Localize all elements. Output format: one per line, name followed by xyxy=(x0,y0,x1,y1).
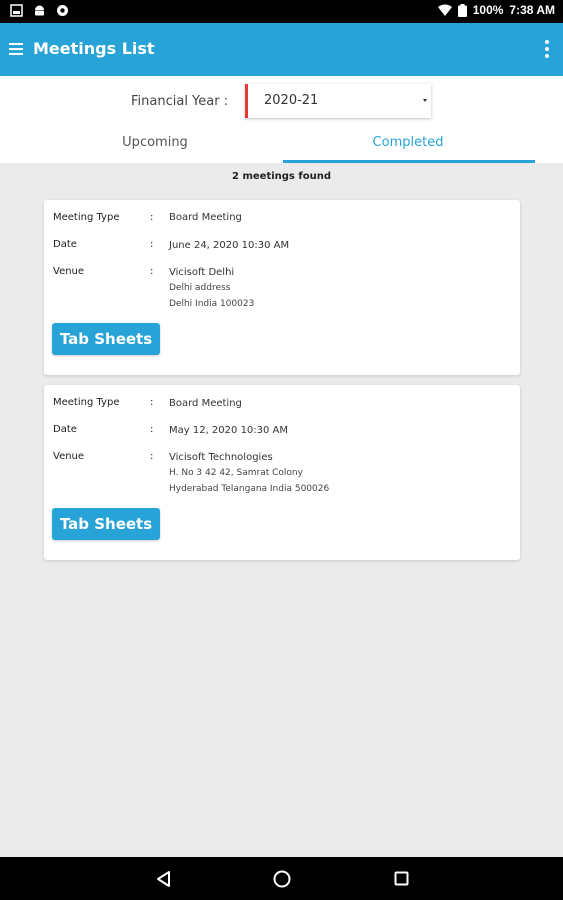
android-icon xyxy=(35,5,44,16)
venue-address-line: Delhi India 100023 xyxy=(169,299,255,309)
results-count: 2 meetings found xyxy=(232,171,331,182)
meeting-type-label: Meeting Type xyxy=(53,212,120,223)
colon: : xyxy=(150,397,154,408)
clock: 7:38 AM xyxy=(509,3,555,17)
venue-address-line: Hyderabad Telangana India 500026 xyxy=(169,484,330,494)
financial-year-select[interactable]: 2020-21 xyxy=(245,84,431,118)
meeting-type-value: Board Meeting xyxy=(169,398,242,409)
recents-icon[interactable] xyxy=(394,871,409,886)
menu-icon[interactable] xyxy=(9,43,23,55)
meeting-card: Meeting Type : Board Meeting Date : June… xyxy=(44,200,520,375)
colon: : xyxy=(150,239,154,250)
filter-panel: Financial Year : 2020-21 Upcoming Comple… xyxy=(0,76,563,163)
status-bar-notifications xyxy=(10,4,69,17)
tab-completed[interactable]: Completed xyxy=(283,135,533,150)
battery-level: 100% xyxy=(472,3,504,17)
settings-icon xyxy=(57,5,68,16)
financial-year-label: Financial Year : xyxy=(131,94,229,109)
status-bar-system: 100% 7:38 AM xyxy=(437,3,555,17)
home-icon[interactable] xyxy=(273,870,291,888)
tab-upcoming[interactable]: Upcoming xyxy=(30,135,280,150)
financial-year-value: 2020-21 xyxy=(264,93,319,108)
venue-label: Venue xyxy=(53,266,85,277)
venue-address-line: H. No 3 42 42, Samrat Colony xyxy=(169,468,303,478)
status-bar: 100% 7:38 AM xyxy=(0,0,563,23)
colon: : xyxy=(150,266,154,277)
navigation-bar xyxy=(0,857,563,900)
meeting-type-label: Meeting Type xyxy=(53,397,120,408)
meeting-type-value: Board Meeting xyxy=(169,212,242,223)
battery-icon xyxy=(457,3,467,17)
venue-label: Venue xyxy=(53,451,85,462)
colon: : xyxy=(150,424,154,435)
page-title: Meetings List xyxy=(33,39,155,58)
more-vert-icon[interactable] xyxy=(545,40,549,61)
active-tab-indicator xyxy=(283,160,535,163)
venue-name: Vicisoft Delhi xyxy=(169,267,235,278)
app-bar: Meetings List xyxy=(0,23,563,76)
colon: : xyxy=(150,451,154,462)
date-label: Date xyxy=(53,239,77,250)
meeting-card: Meeting Type : Board Meeting Date : May … xyxy=(44,385,520,560)
screenshot-icon xyxy=(10,4,23,17)
tab-sheets-button[interactable]: Tab Sheets xyxy=(52,508,160,540)
back-icon[interactable] xyxy=(155,870,171,888)
venue-name: Vicisoft Technologies xyxy=(169,452,273,463)
colon: : xyxy=(150,212,154,223)
date-value: May 12, 2020 10:30 AM xyxy=(169,425,289,436)
date-value: June 24, 2020 10:30 AM xyxy=(169,240,290,251)
wifi-icon xyxy=(437,4,452,16)
dropdown-arrow-icon xyxy=(423,99,427,102)
tab-sheets-button[interactable]: Tab Sheets xyxy=(52,323,160,355)
date-label: Date xyxy=(53,424,77,435)
venue-address-line: Delhi address xyxy=(169,283,231,293)
